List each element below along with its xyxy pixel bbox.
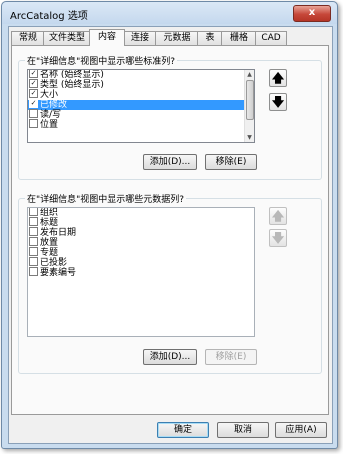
dialog-client: 常规 文件类型 内容 连接 元数据 表 栅格 CAD 在"详细信息"视图中显示哪… <box>8 26 333 444</box>
checkbox[interactable] <box>29 247 38 256</box>
options-dialog: ArcCatalog 选项 x 常规 文件类型 内容 连接 元数据 表 栅格 C… <box>1 1 338 449</box>
checkbox[interactable] <box>29 257 38 266</box>
tab-connections[interactable]: 连接 <box>123 31 157 45</box>
standard-columns-group: 在"详细信息"视图中显示哪些标准列? ✓ 名称 (始终显示) ✓ 类型 (始终显示)… <box>18 54 322 180</box>
list-item-label: 读/写 <box>40 110 62 120</box>
arrow-down-icon: 🡇 <box>271 95 285 109</box>
tab-metadata[interactable]: 元数据 <box>155 31 199 45</box>
checkbox[interactable]: ✓ <box>29 89 38 98</box>
list-item[interactable]: 位置 <box>28 119 254 130</box>
checkbox[interactable] <box>29 217 38 226</box>
move-down-button[interactable]: 🡇 <box>269 93 287 111</box>
list-item[interactable]: 已投影 <box>28 257 254 268</box>
list-item-selected[interactable]: ✓ 已修改 <box>28 99 254 110</box>
checkbox[interactable]: ✓ <box>29 99 38 108</box>
metadata-columns-label: 在"详细信息"视图中显示哪些元数据列? <box>25 192 187 205</box>
tab-strip: 常规 文件类型 内容 连接 元数据 表 栅格 CAD <box>11 29 329 46</box>
close-icon: x <box>308 7 316 18</box>
list-item-label: 已投影 <box>40 258 68 268</box>
scroll-up-icon[interactable]: ▲ <box>245 70 254 79</box>
tab-cad[interactable]: CAD <box>255 31 287 45</box>
list-item[interactable]: ✓ 大小 <box>28 89 254 100</box>
add-standard-column-button[interactable]: 添加(D)... <box>143 154 197 170</box>
tab-raster[interactable]: 栅格 <box>221 31 257 45</box>
list-item-label: 类型 (始终显示) <box>40 80 104 90</box>
list-item-label: 专题 <box>40 248 59 258</box>
vertical-scrollbar[interactable]: ▲ ▼ <box>244 70 254 142</box>
tab-file-types[interactable]: 文件类型 <box>43 31 91 45</box>
list-item-label: 位置 <box>40 120 59 130</box>
checkbox[interactable] <box>29 119 38 128</box>
standard-columns-list[interactable]: ✓ 名称 (始终显示) ✓ 类型 (始终显示) ✓ 大小 ✓ 已修改 读/写 位… <box>27 69 255 143</box>
tab-tables[interactable]: 表 <box>197 31 223 45</box>
list-item[interactable]: ✓ 名称 (始终显示) <box>28 70 254 80</box>
contents-panel: 在"详细信息"视图中显示哪些标准列? ✓ 名称 (始终显示) ✓ 类型 (始终显示)… <box>11 45 329 415</box>
list-item-label: 名称 (始终显示) <box>40 70 104 80</box>
remove-metadata-column-button[interactable]: 移除(E) <box>205 349 257 365</box>
apply-button[interactable]: 应用(A) <box>275 422 327 438</box>
list-item-label: 大小 <box>40 90 59 100</box>
list-item[interactable]: 读/写 <box>28 109 254 120</box>
scroll-thumb[interactable] <box>246 80 254 120</box>
checkbox[interactable]: ✓ <box>29 70 38 78</box>
metadata-move-up-button[interactable]: 🡅 <box>269 207 287 225</box>
checkbox[interactable] <box>29 237 38 246</box>
metadata-move-down-button[interactable]: 🡇 <box>269 229 287 247</box>
checkbox[interactable] <box>29 208 38 216</box>
tab-general[interactable]: 常规 <box>11 31 45 45</box>
metadata-columns-group: 在"详细信息"视图中显示哪些元数据列? 组织 标题 发布日期 放置 专题 已投影… <box>18 192 322 374</box>
checkbox[interactable] <box>29 227 38 236</box>
list-item-label: 发布日期 <box>40 228 77 238</box>
arrow-up-icon: 🡅 <box>271 209 285 223</box>
list-item-label: 要素编号 <box>40 268 77 278</box>
ok-button[interactable]: 确定 <box>157 422 209 438</box>
window-title: ArcCatalog 选项 <box>10 11 88 22</box>
checkbox[interactable] <box>29 267 38 276</box>
list-item[interactable]: 组织 <box>28 208 254 218</box>
list-item-label: 放置 <box>40 238 59 248</box>
list-item-label: 标题 <box>40 218 59 228</box>
checkbox[interactable]: ✓ <box>29 79 38 88</box>
list-item[interactable]: ✓ 类型 (始终显示) <box>28 79 254 90</box>
tab-contents[interactable]: 内容 <box>89 29 125 46</box>
list-item-label: 组织 <box>40 208 59 218</box>
title-bar[interactable]: ArcCatalog 选项 x <box>2 2 337 24</box>
cancel-button[interactable]: 取消 <box>217 422 269 438</box>
standard-columns-label: 在"详细信息"视图中显示哪些标准列? <box>25 54 178 67</box>
remove-standard-column-button[interactable]: 移除(E) <box>205 154 257 170</box>
arrow-down-icon: 🡇 <box>271 231 285 245</box>
add-metadata-column-button[interactable]: 添加(D)... <box>143 349 197 365</box>
list-item[interactable]: 放置 <box>28 237 254 248</box>
arrow-up-icon: 🡅 <box>271 71 285 85</box>
metadata-columns-list[interactable]: 组织 标题 发布日期 放置 专题 已投影 要素编号 <box>27 207 255 337</box>
checkbox[interactable] <box>29 109 38 118</box>
scroll-down-icon[interactable]: ▼ <box>245 133 254 142</box>
list-item[interactable]: 发布日期 <box>28 227 254 238</box>
close-button[interactable]: x <box>293 5 331 22</box>
move-up-button[interactable]: 🡅 <box>269 69 287 87</box>
list-item[interactable]: 标题 <box>28 217 254 228</box>
list-item[interactable]: 专题 <box>28 247 254 258</box>
list-item[interactable]: 要素编号 <box>28 267 254 278</box>
list-item-label: 已修改 <box>40 100 68 110</box>
